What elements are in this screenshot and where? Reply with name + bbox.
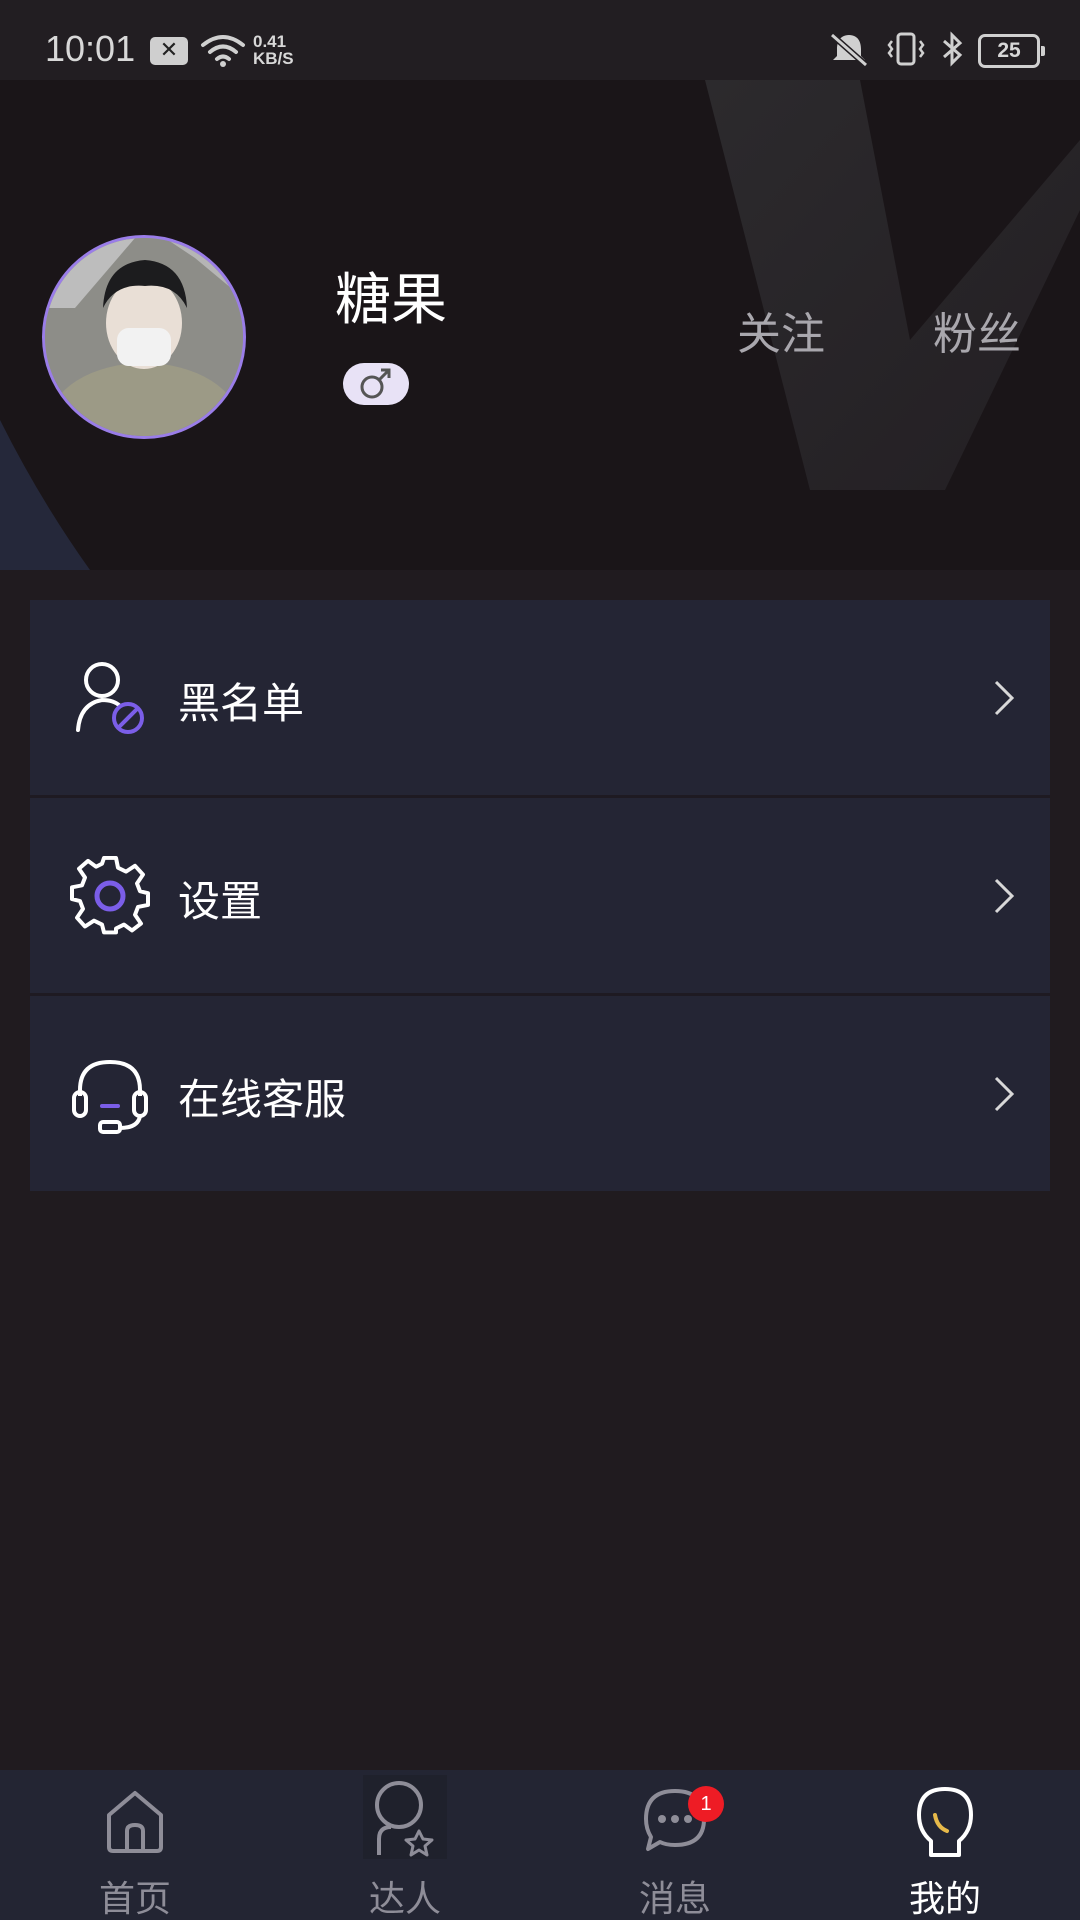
speed-unit: KB/S xyxy=(253,49,294,68)
mute-icon xyxy=(826,31,872,71)
menu-label-customer-service: 在线客服 xyxy=(178,1075,347,1124)
profile-header: 糖果 关注 粉丝 xyxy=(0,80,1080,570)
nav-item-talent[interactable]: 达人 xyxy=(270,1770,540,1920)
chevron-right-icon xyxy=(994,878,1015,914)
battery-icon: 25 xyxy=(978,34,1045,68)
bluetooth-icon xyxy=(940,31,964,71)
status-time: 10:01 xyxy=(45,28,136,69)
nav-label-talent: 达人 xyxy=(368,1879,441,1920)
menu-item-settings[interactable]: 设置 xyxy=(30,798,1050,996)
nav-item-home[interactable]: 首页 xyxy=(0,1770,270,1920)
gear-icon xyxy=(70,856,150,935)
network-speed: 0.41 KB/S xyxy=(253,33,294,67)
menu-label-blacklist: 黑名单 xyxy=(178,679,305,728)
message-badge: 1 xyxy=(688,1786,724,1822)
wifi-icon xyxy=(200,33,246,71)
speed-value: 0.41 xyxy=(253,32,287,51)
avatar[interactable] xyxy=(42,235,246,439)
profile-page: 10:01 ✕ 0.41 KB/S 25 糖果 关注 粉丝 黑名单 设置 在线客… xyxy=(0,0,1080,1920)
user-block-icon xyxy=(76,662,144,734)
bottom-nav: 首页 达人 消息 我的 xyxy=(0,1770,1080,1920)
talent-icon xyxy=(363,1775,447,1859)
headset-icon xyxy=(72,1059,148,1134)
status-right-icons: 25 xyxy=(826,31,1045,71)
nav-label-home: 首页 xyxy=(98,1879,171,1920)
menu-label-settings: 设置 xyxy=(178,877,263,926)
nav-item-profile[interactable]: 我的 xyxy=(810,1770,1080,1920)
gender-badge xyxy=(343,363,409,405)
chevron-right-icon xyxy=(994,1076,1015,1112)
status-bar: 10:01 ✕ 0.41 KB/S 25 xyxy=(0,0,1080,80)
menu-item-customer-service[interactable]: 在线客服 xyxy=(30,996,1050,1191)
home-icon xyxy=(107,1791,163,1853)
nav-item-messages[interactable]: 消息 xyxy=(540,1770,810,1920)
male-icon xyxy=(360,368,391,399)
follow-stat[interactable]: 关注 xyxy=(737,298,825,362)
nickname: 糖果 xyxy=(335,268,447,333)
nav-label-profile: 我的 xyxy=(908,1879,981,1920)
chevron-right-icon xyxy=(994,680,1015,716)
fans-stat[interactable]: 粉丝 xyxy=(933,298,1021,362)
vibrate-icon xyxy=(886,31,926,71)
settings-menu: 黑名单 设置 在线客服 xyxy=(30,600,1050,1191)
nav-label-messages: 消息 xyxy=(638,1879,711,1920)
profile-icon xyxy=(917,1787,973,1857)
menu-item-blacklist[interactable]: 黑名单 xyxy=(30,600,1050,798)
notification-icon: ✕ xyxy=(150,37,188,65)
